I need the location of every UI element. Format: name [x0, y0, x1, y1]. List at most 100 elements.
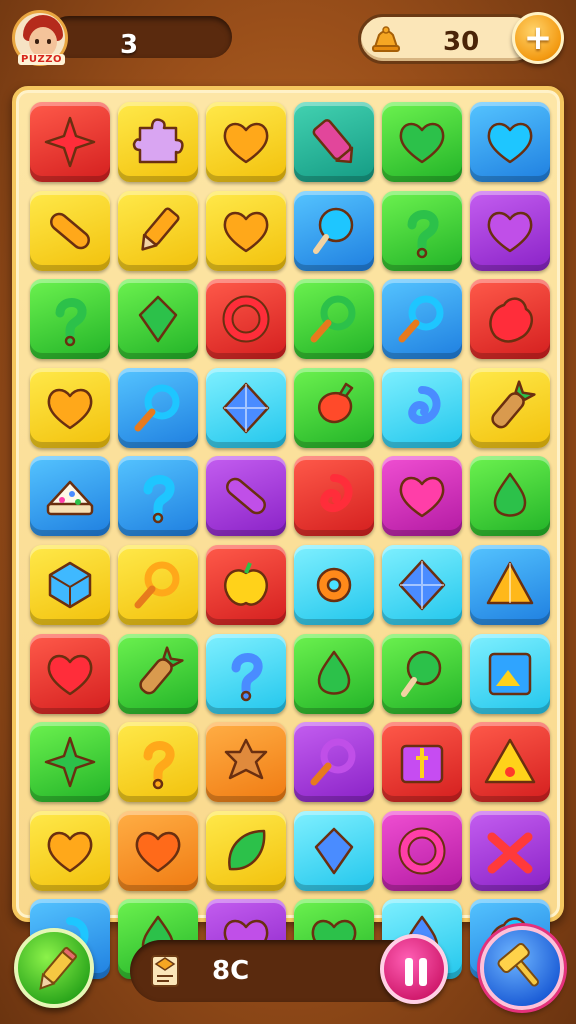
tile-r5-c4[interactable]	[294, 456, 374, 537]
ring-icon	[398, 827, 446, 875]
pencil-icon	[39, 946, 77, 990]
coins-pill: 30	[358, 14, 538, 64]
tile-r8-c5[interactable]	[382, 722, 462, 803]
tile-r6-c1[interactable]	[30, 544, 110, 625]
scroll-icon	[151, 955, 179, 987]
magnifier-icon	[310, 295, 356, 343]
tile-r6-c6[interactable]	[470, 544, 550, 625]
tile-r3-c3[interactable]	[206, 279, 286, 360]
plus-icon: +	[523, 18, 553, 58]
tile-r5-c3[interactable]	[206, 456, 286, 537]
capsule-icon	[226, 478, 266, 515]
puzzle-piece-icon	[132, 118, 184, 164]
tile-r5-c5[interactable]	[382, 456, 462, 537]
tile-r4-c4[interactable]	[294, 367, 374, 448]
tile-r4-c3[interactable]	[206, 367, 286, 448]
tile-r1-c1[interactable]	[30, 102, 110, 182]
tile-r6-c5[interactable]	[382, 544, 462, 625]
tile-r1-c2[interactable]	[118, 102, 198, 182]
tile-r3-c6[interactable]	[470, 279, 550, 360]
tile-r6-c4[interactable]	[294, 544, 374, 625]
tile-r3-c1[interactable]	[30, 279, 110, 360]
heart-icon	[135, 831, 181, 872]
tile-r2-c2[interactable]	[118, 190, 198, 271]
tile-r9-c6[interactable]	[470, 810, 550, 891]
tile-r3-c4[interactable]	[294, 279, 374, 360]
pepper-icon	[317, 382, 354, 423]
hook-icon	[407, 209, 439, 258]
tile-r2-c1[interactable]	[30, 190, 110, 271]
gift-icon	[400, 744, 444, 784]
heart-icon	[223, 211, 269, 252]
hook-icon	[143, 475, 175, 524]
tile-r5-c1[interactable]	[30, 456, 110, 537]
heart-icon	[487, 211, 533, 252]
tile-r8-c4[interactable]	[294, 722, 374, 803]
tile-r1-c5[interactable]	[382, 102, 462, 182]
tile-r9-c3[interactable]	[206, 810, 286, 891]
heart-icon	[223, 122, 269, 164]
tile-r2-c4[interactable]	[294, 190, 374, 271]
star-icon	[44, 736, 96, 788]
tile-r6-c3[interactable]	[206, 544, 286, 625]
tile-r4-c5[interactable]	[382, 367, 462, 448]
tile-r7-c2[interactable]	[118, 633, 198, 714]
tile-r9-c2[interactable]	[118, 810, 198, 891]
tile-r3-c5[interactable]	[382, 279, 462, 360]
hammer-booster-button[interactable]	[480, 926, 564, 1010]
cube-icon	[48, 561, 92, 609]
pause-button[interactable]	[380, 934, 448, 1004]
crystal-icon	[312, 119, 354, 164]
tile-r2-c3[interactable]	[206, 190, 286, 271]
pause-icon	[405, 958, 413, 986]
drop-icon	[317, 650, 351, 695]
lives-count: 3	[120, 30, 139, 60]
apple-icon	[223, 562, 269, 606]
tile-r4-c6[interactable]	[470, 367, 550, 448]
capsule-icon	[50, 212, 90, 249]
tile-r7-c3[interactable]	[206, 633, 286, 714]
tile-r8-c3[interactable]	[206, 722, 286, 803]
brand-label: PUZZO	[18, 54, 65, 65]
tile-r7-c6[interactable]	[470, 633, 550, 714]
cake-icon	[46, 481, 94, 516]
add-coins-button[interactable]: +	[512, 12, 564, 64]
pyramid-icon	[486, 561, 534, 605]
tile-r5-c2[interactable]	[118, 456, 198, 537]
tile-r2-c6[interactable]	[470, 190, 550, 271]
tile-r7-c4[interactable]	[294, 633, 374, 714]
hammer-icon	[497, 943, 539, 987]
swirl-icon	[408, 385, 441, 424]
gem-icon	[314, 827, 354, 874]
tile-r9-c5[interactable]	[382, 810, 462, 891]
tile-r9-c4[interactable]	[294, 810, 374, 891]
tile-r3-c2[interactable]	[118, 279, 198, 360]
tile-r5-c6[interactable]	[470, 456, 550, 537]
lollipop-icon	[313, 207, 354, 254]
moves-pill: 8C	[130, 940, 422, 1002]
lives-pill: 3	[48, 16, 232, 60]
swirl-icon	[320, 474, 353, 513]
tile-r8-c6[interactable]	[470, 722, 550, 803]
tile-r1-c3[interactable]	[206, 102, 286, 182]
tile-r7-c5[interactable]	[382, 633, 462, 714]
pencil-icon	[141, 207, 180, 251]
tile-grid	[30, 102, 550, 980]
tile-r4-c1[interactable]	[30, 367, 110, 448]
pencil-booster-button[interactable]	[14, 928, 94, 1008]
leaf-icon	[228, 829, 266, 871]
tile-r1-c4[interactable]	[294, 102, 374, 182]
heart-icon	[399, 477, 445, 518]
tile-r2-c5[interactable]	[382, 190, 462, 271]
tile-r4-c2[interactable]	[118, 367, 198, 448]
tile-r8-c2[interactable]	[118, 722, 198, 803]
warning-icon	[484, 738, 536, 784]
tile-r9-c1[interactable]	[30, 810, 110, 891]
gear-icon	[316, 567, 352, 603]
tile-r7-c1[interactable]	[30, 633, 110, 714]
magnifier-icon	[310, 738, 356, 786]
tile-r8-c1[interactable]	[30, 722, 110, 803]
carrot-icon	[139, 645, 184, 694]
tile-r1-c6[interactable]	[470, 102, 550, 182]
tile-r6-c2[interactable]	[118, 544, 198, 625]
